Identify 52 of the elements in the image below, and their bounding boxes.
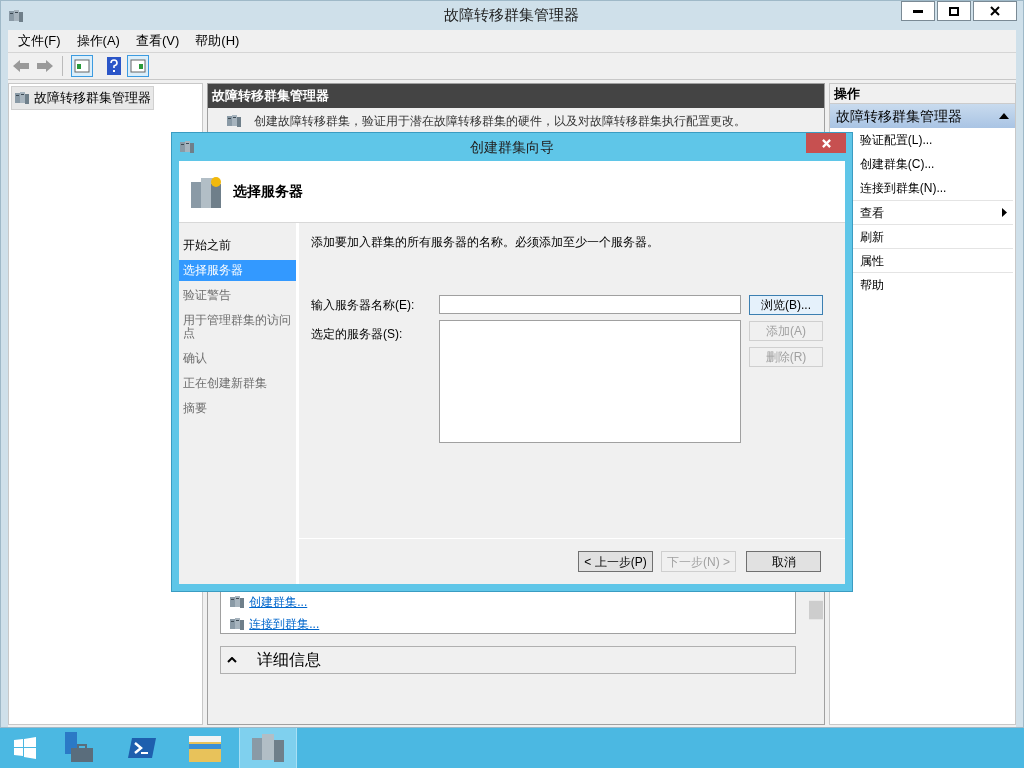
- maximize-icon: [949, 6, 959, 16]
- dialog-button[interactable]: 浏览(B)...: [749, 295, 823, 315]
- field-label: 输入服务器名称(E):: [311, 297, 416, 314]
- dialog-title: 创建群集向导: [469, 137, 555, 157]
- dialog-button[interactable]: 取消: [746, 551, 821, 572]
- servers-icon: [229, 616, 246, 632]
- menu-item[interactable]: 文件(F): [18, 31, 61, 51]
- action-group-header[interactable]: 故障转移群集管理器: [829, 104, 1015, 128]
- panel-header: 故障转移群集管理器: [208, 84, 824, 108]
- tree-item[interactable]: 故障转移群集管理器: [11, 86, 154, 110]
- minimize-icon: [913, 9, 923, 13]
- taskbar-button[interactable]: [239, 728, 297, 768]
- servers-icon: [229, 594, 246, 610]
- wizard-step: 验证警告: [179, 285, 296, 306]
- link[interactable]: 创建群集...: [249, 593, 308, 611]
- wizard-step: 用于管理群集的访问点: [179, 310, 296, 344]
- wizard-step: 摘要: [179, 398, 296, 419]
- field-label: 选定的服务器(S):: [311, 326, 404, 343]
- server-name-field[interactable]: [439, 295, 741, 314]
- server-list[interactable]: [439, 320, 741, 443]
- wizard-step: 选择服务器: [179, 260, 296, 281]
- menu-item[interactable]: 帮助(H): [195, 31, 240, 51]
- submenu-arrow-icon: [1002, 208, 1007, 217]
- close-button[interactable]: [973, 1, 1017, 21]
- wizard-icon: [179, 139, 195, 155]
- page-title: 选择服务器: [233, 182, 303, 201]
- console-tree-icon[interactable]: [71, 55, 93, 77]
- action-pane-icon[interactable]: [127, 55, 149, 77]
- maximize-button[interactable]: [937, 1, 971, 21]
- minimize-button[interactable]: [901, 1, 935, 21]
- back-arrow-icon[interactable]: [12, 59, 30, 73]
- window-title: 故障转移群集管理器: [442, 5, 580, 26]
- actions-header: 操作: [829, 84, 1015, 104]
- instruction-text: 添加要加入群集的所有服务器的名称。必须添加至少一个服务器。: [311, 234, 660, 251]
- caret-icon: [999, 113, 1009, 119]
- servers-icon: [14, 89, 30, 106]
- details-header[interactable]: 详细信息: [220, 646, 796, 674]
- app-icon: [8, 7, 24, 24]
- forward-arrow-icon[interactable]: [36, 59, 54, 73]
- caret-icon: [227, 657, 238, 663]
- windows-logo-icon: [14, 737, 36, 759]
- close-icon: [990, 6, 1000, 16]
- menu-item[interactable]: 查看(V): [135, 31, 180, 51]
- description-text: 创建故障转移群集，验证用于潜在故障转移群集的硬件，以及对故障转移群集执行配置更改。: [254, 113, 747, 130]
- menu-item[interactable]: 操作(A): [76, 31, 120, 51]
- wizard-step: 正在创建新群集: [179, 373, 296, 394]
- wizard-step: 确认: [179, 348, 296, 369]
- wizard-step: 开始之前: [179, 235, 296, 256]
- close-icon: [821, 138, 831, 148]
- help-icon[interactable]: [107, 57, 121, 75]
- dialog-button[interactable]: < 上一步(P): [578, 551, 653, 572]
- link[interactable]: 连接到群集...: [249, 615, 320, 633]
